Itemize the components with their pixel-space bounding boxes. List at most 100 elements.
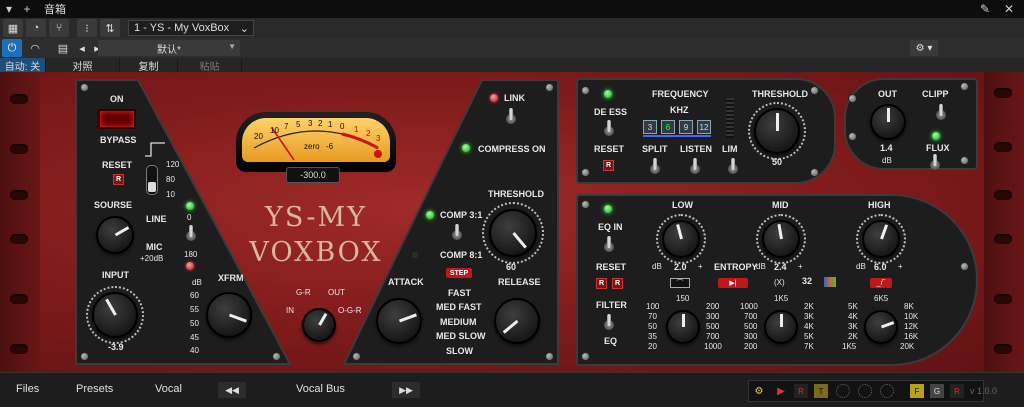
gear-icon[interactable]: ⚙ — [752, 384, 766, 398]
lim-toggle[interactable] — [728, 158, 738, 180]
eq-reset-button[interactable]: R — [596, 278, 607, 289]
title-bar: ▾ + 音箱 ✎ ✕ — [0, 0, 1024, 18]
paste-button[interactable]: 粘贴 — [178, 58, 242, 73]
device-icon[interactable]: ▦ — [3, 19, 23, 37]
deess-threshold-knob[interactable] — [754, 108, 800, 154]
clipp-toggle[interactable] — [936, 104, 946, 126]
copy-label: 复制 — [138, 61, 159, 73]
dial-icon[interactable] — [880, 384, 894, 398]
low-knob[interactable] — [662, 220, 700, 258]
high-freq: 12K — [904, 322, 919, 331]
mid-label: MID — [772, 200, 789, 210]
comp81-label: COMP 8:1 — [440, 250, 483, 260]
eq-reset-button-2[interactable]: R — [612, 278, 623, 289]
high-knob[interactable] — [862, 220, 900, 258]
khz-button[interactable]: 12 — [697, 120, 711, 134]
entropy-value: 32 — [802, 276, 813, 286]
comp-threshold-knob[interactable] — [489, 209, 537, 257]
out-label: OUT — [878, 89, 897, 99]
prev-preset-button[interactable]: ◀◀ — [218, 382, 246, 398]
input-knob[interactable] — [92, 292, 138, 338]
link-toggle[interactable] — [506, 108, 516, 130]
phase-180-label: 180 — [184, 250, 198, 259]
page-icon[interactable]: ▤ — [53, 39, 73, 57]
mid-knob[interactable] — [762, 220, 800, 258]
add-icon[interactable]: + — [18, 0, 36, 18]
close-icon[interactable]: ✕ — [1000, 0, 1018, 18]
settings-button[interactable]: ⚙ ▾ — [910, 40, 938, 56]
sidechain-icon[interactable]: ⇅ — [100, 19, 120, 37]
instance-select[interactable]: 1 - YS - My VoxBox ⌄ — [128, 20, 254, 36]
bypass-label: BYPASS — [100, 135, 137, 145]
flux-toggle[interactable] — [930, 154, 940, 176]
mid-freq-knob[interactable] — [764, 310, 798, 344]
hpf-slider[interactable] — [146, 165, 158, 195]
vu-tick: 0 — [340, 122, 345, 131]
f-button[interactable]: F — [910, 384, 924, 398]
entropy-button[interactable]: ▶| — [718, 278, 748, 288]
filter-freq: 500 — [706, 322, 720, 331]
menu-icon[interactable]: ▾ — [0, 0, 18, 18]
dial-icon[interactable] — [858, 384, 872, 398]
mid-freq: 4K — [804, 322, 814, 331]
filter-toggle[interactable] — [604, 314, 614, 336]
out-unit: dB — [882, 156, 892, 165]
prev-preset-icon[interactable]: ◂ — [76, 39, 88, 57]
dial-icon[interactable]: ◔ — [26, 19, 46, 37]
xfrm-knob[interactable] — [206, 292, 252, 338]
step-button[interactable]: STEP — [446, 268, 472, 278]
phase-toggle[interactable] — [186, 225, 196, 247]
filter-freq: 700 — [706, 332, 720, 341]
high-shelf-button[interactable]: _/‾ — [870, 278, 892, 288]
preset-selector[interactable]: 默认* ▼ — [98, 40, 240, 56]
bypass-button[interactable] — [98, 109, 136, 129]
entropy-color-icon[interactable] — [824, 277, 836, 287]
screw — [848, 94, 857, 103]
attack-knob[interactable] — [376, 298, 422, 344]
record-icon[interactable]: ▶ — [774, 384, 788, 398]
release-knob[interactable] — [494, 298, 540, 344]
filter-freq: 70 — [648, 312, 657, 321]
khz-button[interactable]: 9 — [679, 120, 693, 134]
screw — [545, 83, 554, 92]
compare-icon[interactable]: ◠ — [25, 39, 45, 57]
power-button[interactable]: ⏻ — [2, 39, 22, 57]
deess-toggle[interactable] — [604, 120, 614, 142]
low-shelf-display[interactable]: ⌒ — [670, 278, 690, 288]
reset-button[interactable]: R — [113, 174, 124, 185]
meter-mode-knob[interactable] — [302, 308, 336, 342]
next-preset-button[interactable]: ▶▶ — [392, 382, 420, 398]
presets-button[interactable]: Presets — [76, 383, 113, 395]
auto-toggle[interactable]: 自动: 关 — [0, 58, 46, 73]
filter-freq-knob[interactable] — [666, 310, 700, 344]
copy-button[interactable]: 复制 — [120, 58, 178, 73]
high-freq-knob[interactable] — [864, 310, 898, 344]
eq-in-toggle[interactable] — [604, 236, 614, 258]
listen-toggle[interactable] — [690, 158, 700, 180]
deess-reset-button[interactable]: R — [603, 160, 614, 171]
xfrm-value: 50 — [190, 319, 199, 328]
t-button[interactable]: T — [814, 384, 828, 398]
ratio-toggle[interactable] — [452, 224, 462, 246]
hpf-value-80: 80 — [166, 175, 175, 184]
routing-icon[interactable]: ⑂ — [49, 19, 69, 37]
source-knob[interactable] — [96, 216, 134, 254]
version-text: v 1.0.0 — [970, 386, 998, 396]
dial-icon[interactable] — [836, 384, 850, 398]
khz-button[interactable]: 3 — [643, 120, 657, 134]
filter-label: FILTER — [596, 300, 627, 310]
hpf-slider-thumb[interactable] — [148, 182, 156, 192]
khz-button[interactable]: 6 — [661, 120, 675, 134]
eq-label: EQ — [604, 336, 618, 346]
files-button[interactable]: Files — [16, 383, 39, 395]
r-button[interactable]: R — [794, 384, 808, 398]
r-button-2[interactable]: R — [950, 384, 964, 398]
split-toggle[interactable] — [650, 158, 660, 180]
g-button[interactable]: G — [930, 384, 944, 398]
compare-button[interactable]: 对照 — [46, 58, 120, 73]
brand-line1: YS-MY — [265, 202, 367, 233]
preset-name[interactable]: Vocal — [155, 383, 182, 395]
pin-icon[interactable]: ✎ — [976, 0, 994, 18]
midi-icon[interactable]: ⁝ — [77, 19, 97, 37]
out-knob[interactable] — [870, 104, 906, 140]
